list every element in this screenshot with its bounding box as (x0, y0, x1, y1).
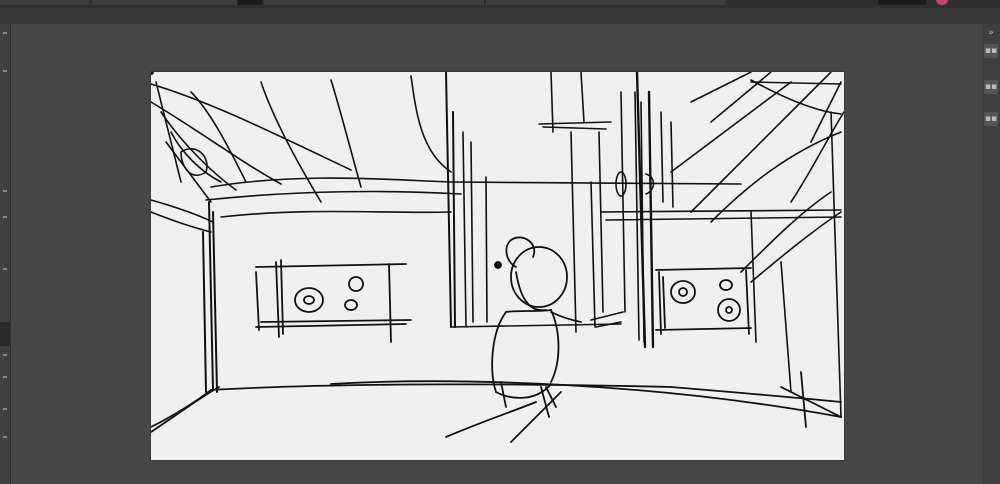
tool-marker[interactable] (3, 32, 7, 34)
tool-marker[interactable] (3, 216, 7, 218)
document-tab[interactable] (486, 0, 727, 5)
document-tab[interactable] (0, 0, 91, 5)
tool-marker[interactable] (3, 354, 7, 356)
tool-marker[interactable] (3, 70, 7, 72)
collapse-panel-icon[interactable]: » (984, 26, 998, 40)
tool-marker[interactable] (3, 408, 7, 410)
close-window-button[interactable] (936, 0, 948, 5)
right-panel-strip: » ▪▪ ▪▪ ▪▪ (981, 24, 1000, 484)
tool-marker[interactable] (3, 268, 7, 270)
title-bar (0, 0, 1000, 8)
tool-marker[interactable] (3, 436, 7, 438)
toolbar (0, 8, 1000, 25)
tool-marker[interactable] (3, 190, 7, 192)
panel-toggle-icon[interactable]: ▪▪ (984, 80, 998, 94)
tool-marker[interactable] (3, 376, 7, 378)
active-tab-indicator (238, 0, 262, 5)
drawing-canvas[interactable] (151, 72, 844, 460)
left-tool-strip (0, 24, 11, 484)
document-tab[interactable] (92, 0, 238, 5)
selected-tool-slot[interactable] (0, 322, 10, 346)
window-control-area (878, 0, 926, 5)
document-tab[interactable] (264, 0, 485, 5)
panel-toggle-icon[interactable]: ▪▪ (984, 112, 998, 126)
panel-toggle-icon[interactable]: ▪▪ (984, 44, 998, 58)
storyboard-sketch (151, 72, 844, 443)
